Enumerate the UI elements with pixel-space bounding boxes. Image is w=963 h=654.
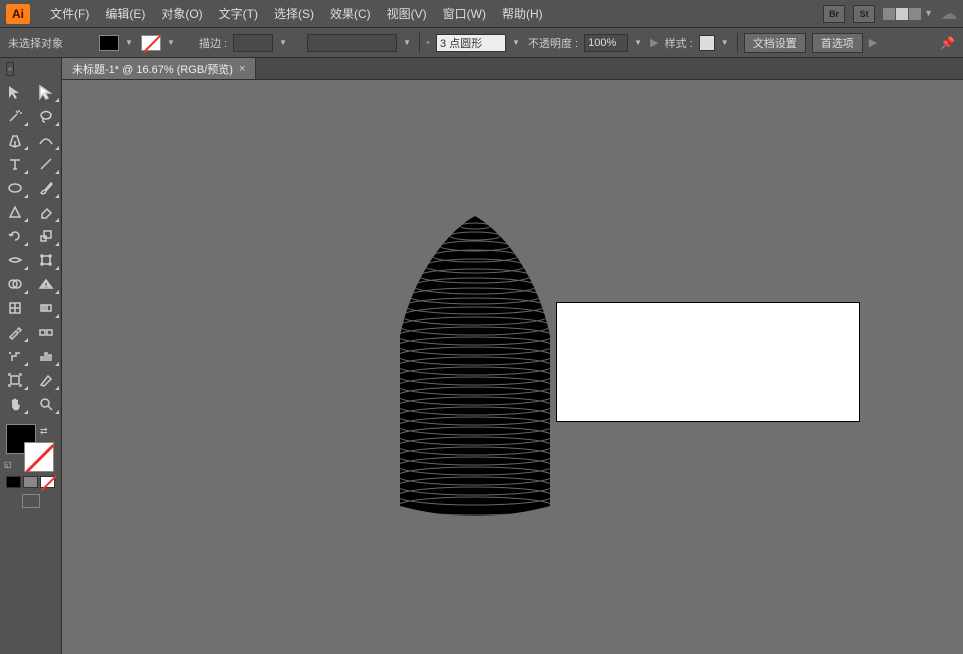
gradient-tool[interactable] [31,296,61,320]
width-tool[interactable] [0,248,30,272]
direct-selection-tool[interactable] [31,80,61,104]
mesh-tool[interactable] [0,296,30,320]
menu-type[interactable]: 文字(T) [211,5,266,22]
artwork-stacked-ellipses[interactable] [390,216,560,516]
tab-close-icon[interactable]: × [239,63,245,75]
stroke-color-swatch[interactable] [141,35,161,51]
preferences-button[interactable]: 首选项 [812,33,863,53]
document-area: 未标题-1* @ 16.67% (RGB/预览) × [62,58,963,654]
divider [737,33,738,53]
menu-view[interactable]: 视图(V) [379,5,435,22]
stroke-profile-dropdown-icon[interactable]: ▼ [512,38,522,47]
menu-window[interactable]: 窗口(W) [435,5,494,22]
perspective-grid-tool[interactable] [31,272,61,296]
ellipse-tool[interactable] [0,176,30,200]
pen-tool[interactable] [0,128,30,152]
stroke-dropdown-icon[interactable]: ▼ [167,38,177,47]
artboard-tool[interactable] [0,368,30,392]
paintbrush-tool[interactable] [31,176,61,200]
tool-panel: ⇄ ◱ [0,58,62,654]
shape-builder-tool[interactable] [0,272,30,296]
control-bar: 未选择对象 ▼ ▼ 描边 : ▼ ▼ • ▼ 不透明度 : ▼ ▶ 样式 : ▼… [0,28,963,58]
none-mode-button[interactable] [40,476,55,488]
menu-help[interactable]: 帮助(H) [494,5,551,22]
tool-panel-collapse[interactable]: « [6,62,14,76]
zoom-tool[interactable] [31,392,61,416]
selection-tool[interactable] [0,80,30,104]
magic-wand-tool[interactable] [0,104,30,128]
menu-object[interactable]: 对象(O) [153,5,210,22]
sync-icon[interactable]: ☁ [941,4,957,24]
hand-tool[interactable] [0,392,30,416]
symbol-sprayer-tool[interactable] [0,344,30,368]
eraser-tool[interactable] [31,200,61,224]
scale-tool[interactable] [31,224,61,248]
stroke-weight-dropdown-icon[interactable]: ▼ [279,38,289,47]
color-mode-button[interactable] [6,476,21,488]
lasso-tool[interactable] [31,104,61,128]
fill-color-swatch[interactable] [99,35,119,51]
opacity-label: 不透明度 : [528,35,578,51]
stroke-profile-input[interactable] [436,34,506,52]
opacity-dropdown-icon[interactable]: ▼ [634,38,644,47]
bridge-button[interactable]: Br [823,5,845,23]
fill-stroke-indicator[interactable]: ⇄ ◱ [0,422,61,472]
workspace-switcher[interactable]: ▼ [883,8,933,20]
screen-mode-button[interactable] [22,494,40,508]
divider [419,33,420,53]
stroke-label: 描边 : [199,35,227,51]
curvature-tool[interactable] [31,128,61,152]
document-tab[interactable]: 未标题-1* @ 16.67% (RGB/预览) × [62,58,256,79]
document-setup-button[interactable]: 文档设置 [744,33,806,53]
style-dropdown-icon[interactable]: ▼ [721,38,731,47]
column-graph-tool[interactable] [31,344,61,368]
gradient-mode-button[interactable] [23,476,38,488]
fill-dropdown-icon[interactable]: ▼ [125,38,135,47]
type-tool[interactable] [0,152,30,176]
default-fill-stroke-icon[interactable]: ◱ [4,460,12,469]
pin-icon[interactable]: 📌 [940,36,955,50]
eyedropper-tool[interactable] [0,320,30,344]
selection-status: 未选择对象 [8,35,63,51]
line-tool[interactable] [31,152,61,176]
menu-select[interactable]: 选择(S) [266,5,322,22]
swap-fill-stroke-icon[interactable]: ⇄ [40,426,48,437]
artwork-white-rectangle[interactable] [556,302,860,422]
stock-button[interactable]: St [853,5,875,23]
stroke-indicator[interactable] [24,442,54,472]
rotate-tool[interactable] [0,224,30,248]
brush-definition-input[interactable] [307,34,397,52]
canvas[interactable] [62,80,963,654]
opacity-input[interactable] [584,34,628,52]
app-logo: Ai [6,4,30,24]
slice-tool[interactable] [31,368,61,392]
graphic-style-swatch[interactable] [699,35,715,51]
blend-tool[interactable] [31,320,61,344]
free-transform-tool[interactable] [31,248,61,272]
menu-effect[interactable]: 效果(C) [322,5,379,22]
tab-bar: 未标题-1* @ 16.67% (RGB/预览) × [62,58,963,80]
brush-dropdown-icon[interactable]: ▼ [403,38,413,47]
menu-file[interactable]: 文件(F) [42,5,97,22]
style-label: 样式 : [665,35,693,51]
shaper-tool[interactable] [0,200,30,224]
tab-title: 未标题-1* @ 16.67% (RGB/预览) [72,61,233,77]
menu-edit[interactable]: 编辑(E) [97,5,153,22]
menu-bar: Ai 文件(F) 编辑(E) 对象(O) 文字(T) 选择(S) 效果(C) 视… [0,0,963,28]
stroke-weight-input[interactable] [233,34,273,52]
